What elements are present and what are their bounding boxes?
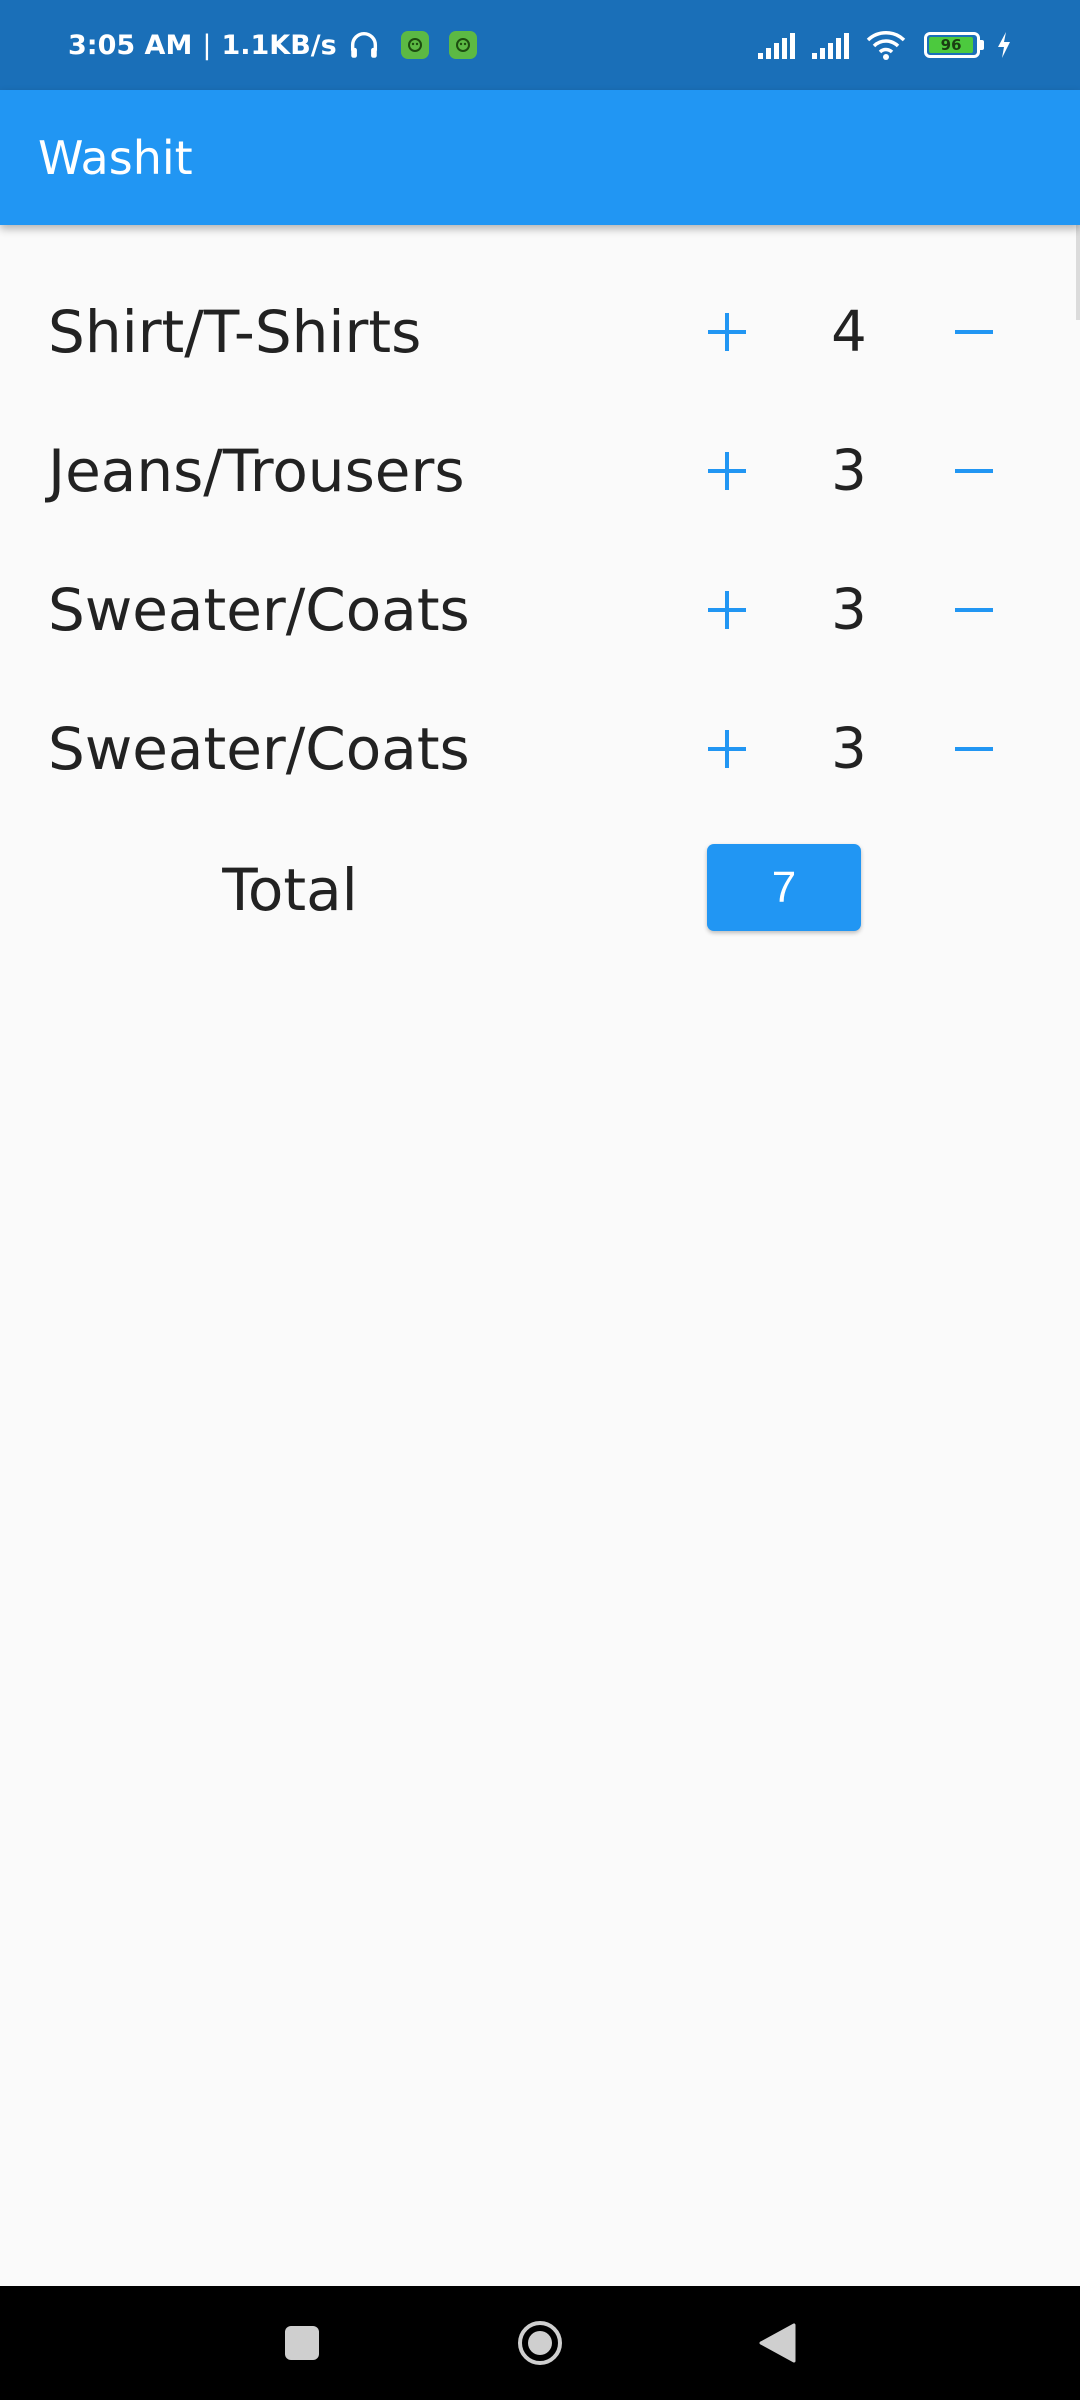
battery-icon: 96 [924, 32, 984, 58]
home-icon [518, 2321, 562, 2365]
plus-icon [708, 590, 746, 629]
item-label: Sweater/Coats [48, 714, 470, 783]
increment-button[interactable] [682, 287, 772, 377]
item-label: Shirt/T-Shirts [48, 297, 422, 366]
item-row-coats: Sweater/Coats 3 [0, 679, 1080, 818]
item-label: Sweater/Coats [48, 575, 470, 644]
wifi-icon [866, 29, 906, 61]
recents-icon [285, 2326, 319, 2360]
back-icon [759, 2323, 796, 2363]
item-quantity: 3 [831, 438, 867, 503]
total-label: Total [222, 856, 358, 924]
recents-button[interactable] [257, 2298, 347, 2388]
minus-icon [955, 607, 993, 612]
minus-icon [955, 468, 993, 473]
battery-tip [980, 40, 984, 50]
app-notification-icon [400, 31, 429, 59]
status-separator: | [202, 29, 212, 61]
plus-icon [708, 312, 746, 351]
status-net-speed: 1.1KB/s [221, 29, 337, 61]
decrement-button[interactable] [929, 565, 1019, 655]
item-row-shirts: Shirt/T-Shirts 4 [0, 262, 1080, 401]
item-quantity: 3 [831, 716, 867, 781]
increment-button[interactable] [682, 426, 772, 516]
minus-icon [955, 329, 993, 334]
increment-button[interactable] [682, 565, 772, 655]
minus-icon [955, 746, 993, 751]
plus-icon [708, 729, 746, 768]
status-right: 96 [758, 29, 1012, 61]
plus-icon [708, 451, 746, 490]
status-left: 3:05 AM | 1.1KB/s [68, 28, 477, 62]
home-button[interactable] [495, 2298, 585, 2388]
item-quantity: 3 [831, 577, 867, 642]
item-row-sweaters: Sweater/Coats 3 [0, 540, 1080, 679]
app-notification-icon [448, 31, 477, 59]
decrement-button[interactable] [929, 287, 1019, 377]
total-button[interactable]: 7 [707, 844, 861, 931]
navigation-bar [0, 2286, 1080, 2400]
battery-level: 96 [929, 36, 974, 54]
decrement-button[interactable] [929, 704, 1019, 794]
app-bar: Washit [0, 90, 1080, 225]
back-button[interactable] [732, 2298, 822, 2388]
headphones-icon [347, 28, 381, 62]
item-row-jeans: Jeans/Trousers 3 [0, 401, 1080, 540]
total-row: Total 7 [0, 820, 1080, 960]
decrement-button[interactable] [929, 426, 1019, 516]
app-title: Washit [38, 130, 193, 185]
charging-icon [996, 31, 1012, 59]
status-time: 3:05 AM [68, 29, 193, 61]
increment-button[interactable] [682, 704, 772, 794]
signal-icon [812, 31, 854, 59]
status-bar: 3:05 AM | 1.1KB/s 96 [0, 0, 1080, 90]
battery-body: 96 [924, 32, 980, 58]
item-quantity: 4 [831, 299, 867, 364]
item-label: Jeans/Trousers [48, 436, 465, 505]
signal-icon [758, 31, 800, 59]
